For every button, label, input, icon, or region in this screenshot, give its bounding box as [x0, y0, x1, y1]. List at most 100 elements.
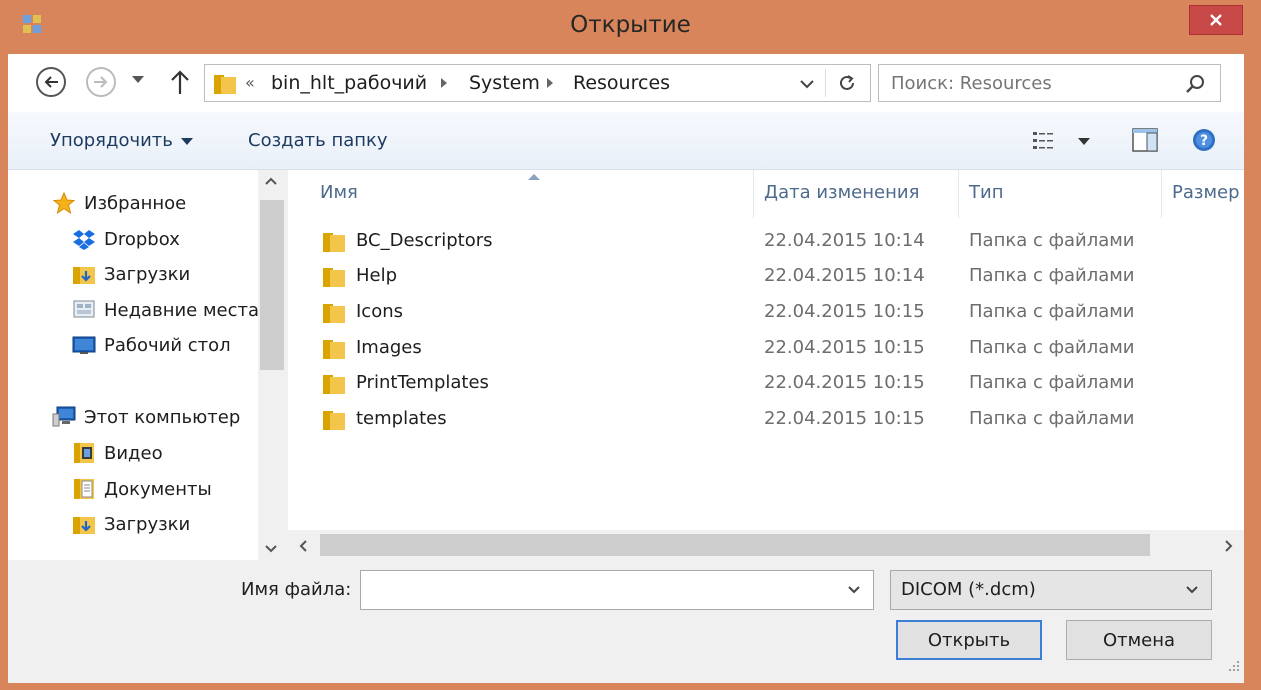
sidebar-item-label: Недавние места — [104, 299, 260, 321]
filename-combobox[interactable] — [360, 570, 874, 610]
table-row[interactable]: templates 22.04.2015 10:15 Папка с файла… — [288, 403, 1218, 437]
sidebar-item-desktop[interactable]: Рабочий стол — [72, 330, 231, 360]
dialog-body: « bin_hlt_рабочий System Resources Упоря… — [8, 54, 1244, 683]
file-name: templates — [356, 408, 447, 429]
column-header-type[interactable]: Тип — [969, 182, 1003, 203]
file-name: Help — [356, 265, 398, 286]
column-separator[interactable] — [753, 170, 754, 218]
address-divider — [825, 69, 826, 97]
preview-pane-icon[interactable] — [1132, 128, 1158, 152]
sidebar-item-label: Документы — [104, 478, 212, 500]
sidebar-item-favorites[interactable]: Избранное — [52, 188, 186, 218]
sidebar-item-dropbox[interactable]: Dropbox — [72, 224, 180, 254]
open-button[interactable]: Открыть — [896, 620, 1042, 660]
sidebar-item-label: Рабочий стол — [104, 334, 231, 356]
address-bar[interactable]: « bin_hlt_рабочий System Resources — [204, 64, 871, 102]
table-row[interactable]: PrintTemplates 22.04.2015 10:15 Папка с … — [288, 367, 1218, 401]
dropbox-icon — [73, 230, 95, 250]
file-type: Папка с файлами — [969, 337, 1135, 358]
svg-text:?: ? — [1200, 133, 1208, 149]
file-name: Icons — [356, 301, 404, 322]
refresh-icon[interactable] — [835, 71, 859, 95]
close-button[interactable] — [1189, 5, 1243, 35]
sidebar-scrollbar[interactable] — [258, 170, 286, 560]
scroll-right-icon[interactable] — [1224, 539, 1234, 553]
file-date: 22.04.2015 10:15 — [764, 301, 925, 322]
sidebar-item-recent-places[interactable]: Недавние места — [72, 295, 259, 325]
scroll-down-icon[interactable] — [264, 544, 278, 554]
address-overflow[interactable]: « — [245, 73, 255, 92]
table-row[interactable]: BC_Descriptors 22.04.2015 10:14 Папка с … — [288, 225, 1218, 259]
title-bar[interactable]: Открытие — [0, 0, 1261, 54]
file-date: 22.04.2015 10:15 — [764, 408, 925, 429]
table-row[interactable]: Help 22.04.2015 10:14 Папка с файлами — [288, 260, 1218, 294]
file-type: Папка с файлами — [969, 408, 1135, 429]
organize-label: Упорядочить — [50, 130, 173, 151]
breadcrumb-separator[interactable] — [441, 78, 447, 88]
file-list-scrollbar[interactable] — [288, 530, 1244, 560]
recent-locations-dropdown[interactable] — [132, 76, 144, 83]
search-input[interactable] — [891, 71, 1171, 95]
folder-icon — [323, 375, 345, 394]
view-list-icon[interactable] — [1032, 130, 1054, 152]
file-type: Папка с файлами — [969, 301, 1135, 322]
search-box[interactable] — [878, 64, 1221, 102]
column-header-size[interactable]: Размер — [1172, 182, 1240, 203]
table-row[interactable]: Images 22.04.2015 10:15 Папка с файлами — [288, 332, 1218, 366]
downloads-icon — [73, 517, 95, 534]
forward-arrow-icon — [94, 76, 108, 88]
command-bar: Упорядочить Создать папку ? — [8, 112, 1244, 170]
breadcrumb-bin-hlt[interactable]: bin_hlt_рабочий — [271, 72, 427, 94]
column-header-name[interactable]: Имя — [320, 182, 358, 203]
filename-input[interactable] — [367, 578, 827, 602]
scroll-left-icon[interactable] — [298, 539, 308, 553]
file-name: Images — [356, 337, 422, 358]
breadcrumb-separator[interactable] — [547, 78, 553, 88]
file-type: Папка с файлами — [969, 230, 1135, 251]
file-date: 22.04.2015 10:14 — [764, 265, 925, 286]
sidebar-item-this-pc[interactable]: Этот компьютер — [52, 402, 240, 432]
search-icon[interactable] — [1184, 73, 1206, 95]
view-options-dropdown[interactable] — [1078, 138, 1090, 145]
sidebar-item-label: Этот компьютер — [84, 406, 241, 428]
sidebar-item-downloads[interactable]: Загрузки — [72, 259, 190, 289]
new-folder-button[interactable]: Создать папку — [248, 130, 388, 151]
navigation-pane[interactable]: Избранное Dropbox Загрузки Недавние мест… — [8, 170, 286, 560]
file-type-filter-value: DICOM (*.dcm) — [901, 579, 1036, 600]
sidebar-scroll-thumb[interactable] — [260, 200, 284, 370]
breadcrumb-resources[interactable]: Resources — [573, 72, 670, 94]
table-row[interactable]: Icons 22.04.2015 10:15 Папка с файлами — [288, 296, 1218, 330]
file-list-scroll-thumb[interactable] — [320, 534, 1150, 556]
cancel-button[interactable]: Отмена — [1066, 620, 1212, 660]
sidebar-item-downloads-pc[interactable]: Загрузки — [72, 509, 190, 539]
breadcrumb-system[interactable]: System — [469, 72, 540, 94]
file-date: 22.04.2015 10:14 — [764, 230, 925, 251]
organize-button[interactable]: Упорядочить — [50, 130, 193, 151]
help-icon[interactable]: ? — [1192, 128, 1216, 152]
file-date: 22.04.2015 10:15 — [764, 372, 925, 393]
folder-icon — [214, 75, 236, 94]
column-separator[interactable] — [1161, 170, 1162, 218]
back-button[interactable] — [36, 67, 66, 97]
scroll-up-icon[interactable] — [264, 176, 278, 186]
column-separator[interactable] — [958, 170, 959, 218]
close-icon — [1210, 14, 1222, 26]
forward-button[interactable] — [86, 67, 116, 97]
column-header-date[interactable]: Дата изменения — [764, 182, 919, 203]
sidebar-item-label: Загрузки — [104, 513, 191, 535]
file-type-filter[interactable]: DICOM (*.dcm) — [890, 570, 1212, 610]
sidebar-item-documents[interactable]: Документы — [72, 474, 212, 504]
video-icon — [74, 443, 94, 463]
sort-ascending-icon — [528, 174, 540, 180]
file-name: PrintTemplates — [356, 372, 489, 393]
sidebar-item-video[interactable]: Видео — [72, 438, 163, 468]
documents-icon — [74, 479, 94, 499]
file-list[interactable]: Имя Дата изменения Тип Размер BC_Descrip… — [288, 170, 1244, 560]
chevron-down-icon[interactable] — [797, 77, 817, 91]
file-type: Папка с файлами — [969, 265, 1135, 286]
resize-grip-icon[interactable] — [1226, 658, 1240, 672]
chevron-down-icon[interactable] — [847, 585, 861, 595]
sidebar-item-label: Загрузки — [104, 263, 191, 285]
up-arrow-icon[interactable] — [168, 68, 192, 96]
sidebar-item-label: Избранное — [84, 192, 187, 214]
